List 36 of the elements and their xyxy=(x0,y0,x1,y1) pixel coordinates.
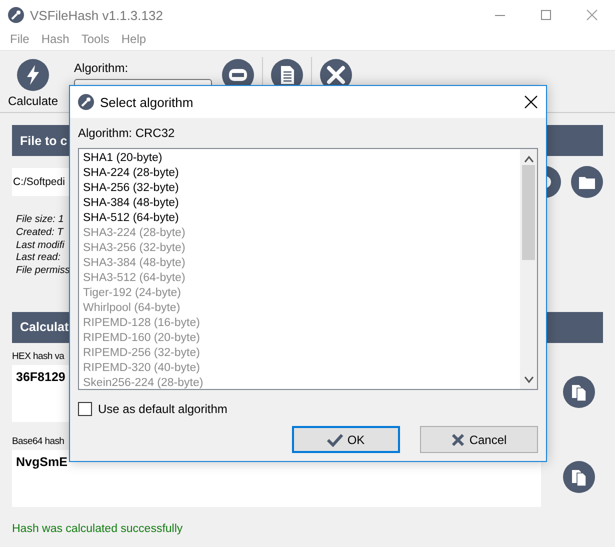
copy-button[interactable] xyxy=(563,460,595,493)
algorithm-item[interactable]: SHA-224 (28-byte) xyxy=(83,166,516,181)
cancel-button[interactable]: Cancel xyxy=(420,426,538,453)
base64-hash-label: Base64 hash xyxy=(12,436,64,447)
checkbox-label: Use as default algorithm xyxy=(98,402,228,416)
menu-item[interactable]: Hash xyxy=(35,30,76,50)
algorithm-item[interactable]: SHA-384 (48-byte) xyxy=(83,196,516,211)
copy-button[interactable] xyxy=(563,376,595,408)
menu-item[interactable]: Tools xyxy=(75,30,116,50)
file-info-line: Created: T xyxy=(16,226,64,240)
file-info-line: File permiss xyxy=(16,265,70,278)
algorithm-item[interactable]: SHA-512 (64-byte) xyxy=(83,211,516,226)
file-info-line: File size: 1 xyxy=(16,214,64,227)
algorithm-label: Algorithm: xyxy=(74,61,130,75)
hex-hash-label: HEX hash va xyxy=(12,350,64,362)
ok-button[interactable]: OK xyxy=(292,426,400,453)
scrollbar-thumb[interactable] xyxy=(522,165,535,260)
menu-item[interactable]: Help xyxy=(115,30,152,50)
algorithm-list[interactable] xyxy=(78,148,538,390)
dialog-title: Select algorithm xyxy=(100,94,194,110)
check-icon xyxy=(327,432,344,446)
window-title: VSFileHash v1.1.3.132 xyxy=(30,8,163,22)
lightning-icon xyxy=(17,59,50,91)
x-icon xyxy=(451,432,466,446)
menu-item[interactable]: File xyxy=(4,30,36,50)
close-button[interactable] xyxy=(524,95,538,109)
file-info-line: Last read: xyxy=(16,252,60,266)
algorithm-item[interactable]: SHA-256 (32-byte) xyxy=(83,181,516,196)
calculate-button[interactable]: Calculate xyxy=(8,59,58,108)
current-algorithm-label: Algorithm: CRC32 xyxy=(78,126,176,140)
app-icon xyxy=(8,7,24,23)
status-message: Hash was calculated successfully xyxy=(12,522,183,535)
checkbox[interactable] xyxy=(78,402,92,416)
folder-button[interactable] xyxy=(571,166,603,198)
app-icon xyxy=(78,94,94,110)
file-info-line: Last modifi xyxy=(16,240,64,252)
